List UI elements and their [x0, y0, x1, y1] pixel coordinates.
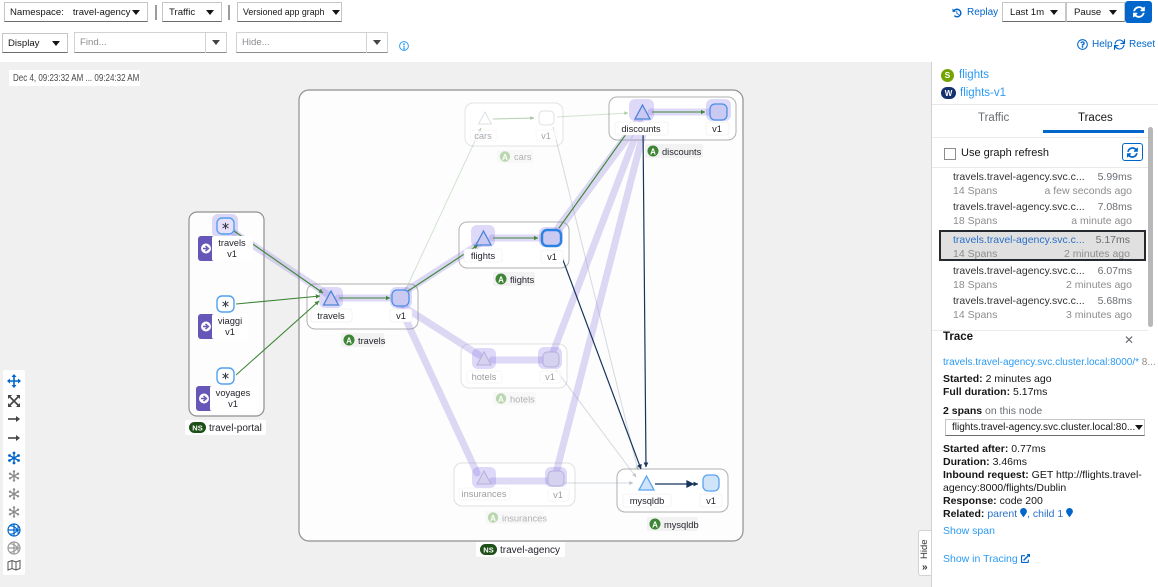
svg-text:travel-portal: travel-portal [209, 423, 262, 434]
svg-text:v1: v1 [545, 372, 555, 382]
svg-text:A: A [652, 521, 658, 530]
svg-text:insurances: insurances [502, 514, 547, 524]
svg-text:v1: v1 [225, 327, 235, 337]
svg-text:discounts: discounts [621, 124, 661, 134]
svg-text:mysqldb: mysqldb [664, 520, 699, 530]
svg-text:cars: cars [514, 152, 532, 162]
svg-text:cars: cars [474, 131, 492, 141]
svg-text:flights: flights [510, 275, 535, 285]
svg-text:v1: v1 [228, 399, 238, 409]
svg-text:v1: v1 [712, 124, 722, 134]
svg-text:viaggi: viaggi [218, 316, 242, 326]
svg-text:v1: v1 [553, 490, 563, 500]
svg-text:A: A [346, 337, 352, 346]
svg-text:NS: NS [192, 424, 202, 433]
svg-text:v1: v1 [227, 249, 237, 259]
svg-text:A: A [650, 148, 656, 157]
svg-text:v1: v1 [547, 252, 557, 262]
svg-text:travels: travels [358, 336, 386, 346]
svg-text:voyages: voyages [216, 388, 251, 398]
svg-text:mysqldb: mysqldb [630, 496, 665, 506]
svg-text:hotels: hotels [472, 372, 497, 382]
svg-text:A: A [498, 395, 504, 404]
svg-text:A: A [490, 514, 496, 523]
svg-text:discounts: discounts [662, 147, 702, 157]
svg-text:v1: v1 [396, 311, 406, 321]
svg-text:A: A [498, 276, 504, 285]
svg-text:v1: v1 [541, 131, 551, 141]
svg-text:flights: flights [471, 251, 496, 261]
svg-text:travels: travels [218, 238, 246, 248]
svg-text:travel-agency: travel-agency [500, 545, 560, 556]
svg-text:v1: v1 [706, 496, 716, 506]
svg-text:A: A [502, 153, 508, 162]
svg-text:insurances: insurances [462, 489, 507, 499]
svg-text:travels: travels [317, 311, 345, 321]
svg-text:NS: NS [483, 546, 493, 555]
svg-text:hotels: hotels [510, 395, 535, 405]
